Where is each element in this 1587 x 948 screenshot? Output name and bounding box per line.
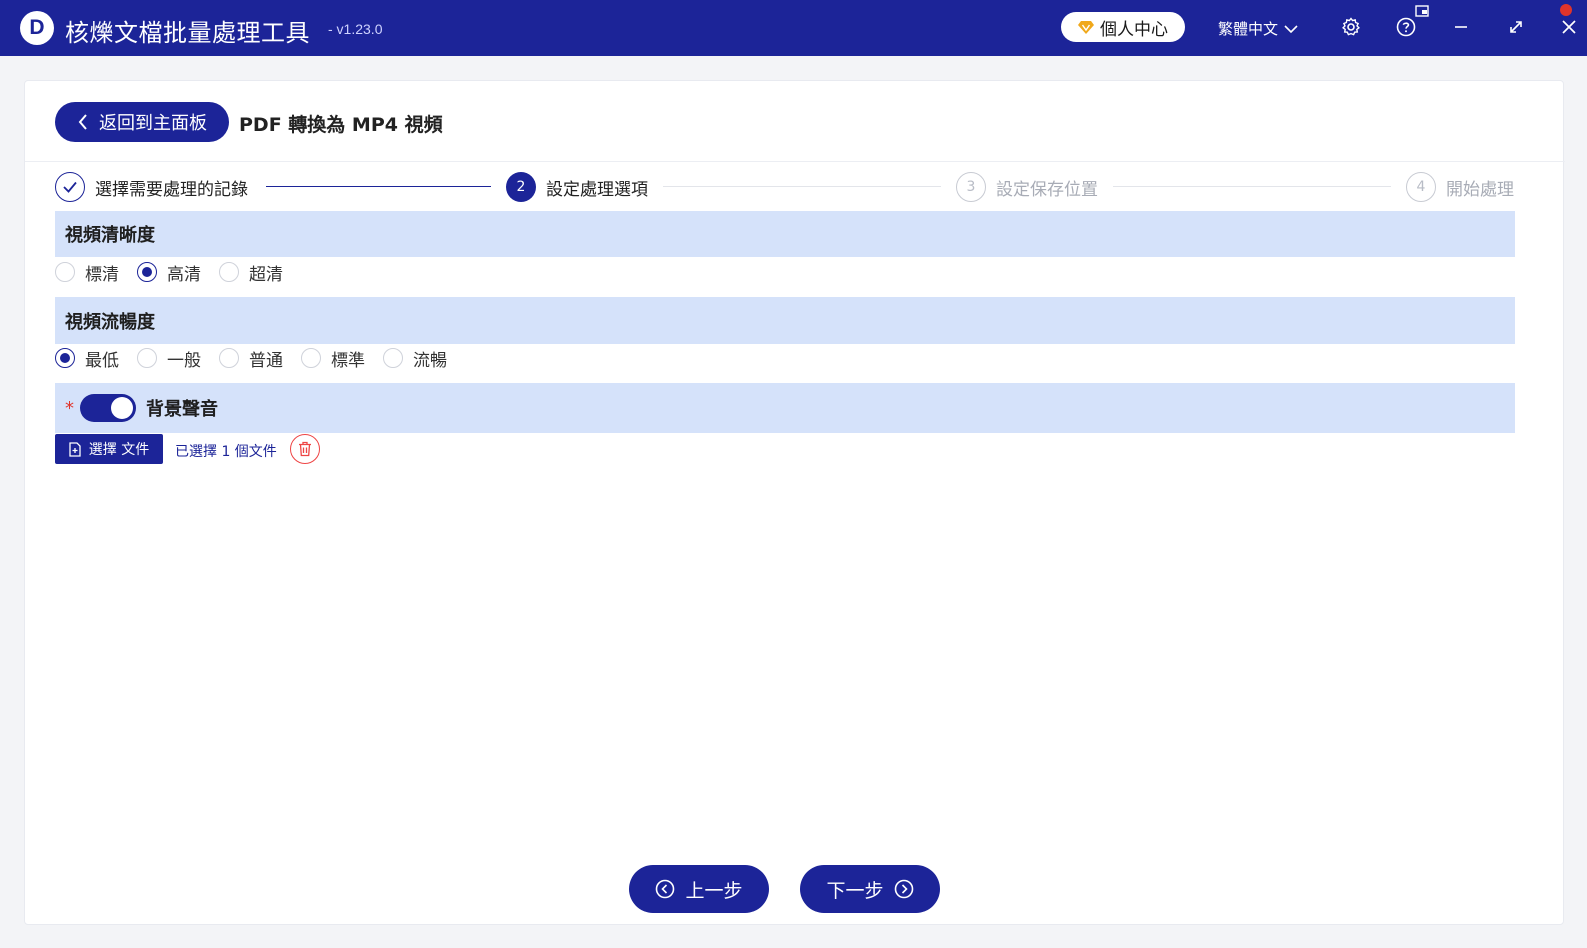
add-file-icon (69, 441, 81, 457)
step-set-options: 2 設定處理選項 (506, 172, 648, 202)
step-connector (663, 186, 941, 187)
step-select-records: 選擇需要處理的記錄 (55, 172, 248, 202)
chevron-down-icon (1284, 24, 1298, 33)
circle-chevron-right-icon (894, 879, 913, 899)
resolution-option-hd[interactable]: 高清 (137, 260, 201, 285)
radio-button[interactable] (219, 262, 239, 282)
title-bar: D 核爍文檔批量處理工具 - v1.23.0 個人中心 繁體中文 (0, 0, 1587, 56)
required-mark: * (65, 397, 74, 419)
radio-button[interactable] (301, 348, 321, 368)
smoothness-option-common[interactable]: 普通 (219, 346, 283, 371)
radio-button[interactable] (137, 348, 157, 368)
delete-file-button[interactable] (290, 434, 320, 464)
previous-step-label: 上一步 (685, 879, 743, 902)
header-divider (25, 161, 1565, 162)
radio-button[interactable] (55, 348, 75, 368)
step-connector (1113, 186, 1391, 187)
resolution-title: 視頻清晰度 (65, 225, 155, 246)
radio-label: 超清 (249, 264, 283, 285)
selected-file-status: 已選擇 1 個文件 (175, 444, 277, 460)
settings-icon[interactable] (1340, 16, 1362, 38)
resolution-section-header: 視頻清晰度 (55, 211, 1515, 257)
app-logo: D (20, 11, 54, 45)
resolution-option-sd[interactable]: 標清 (55, 260, 119, 285)
radio-label: 普通 (249, 350, 283, 371)
circle-chevron-left-icon (656, 879, 675, 899)
smoothness-option-lowest[interactable]: 最低 (55, 346, 119, 371)
background-audio-section-header: * 背景聲音 (55, 383, 1515, 433)
step-start-processing: 4 開始處理 (1406, 172, 1514, 202)
language-select[interactable]: 繁體中文 (1218, 18, 1298, 39)
background-audio-title: 背景聲音 (146, 399, 218, 420)
radio-label: 最低 (85, 350, 119, 371)
background-audio-toggle[interactable] (80, 394, 136, 422)
help-icon[interactable] (1395, 16, 1417, 38)
step-label: 設定處理選項 (546, 179, 648, 200)
step-number: 2 (506, 172, 536, 202)
radio-button[interactable] (137, 262, 157, 282)
step-label: 開始處理 (1446, 179, 1514, 200)
chevron-left-icon (78, 114, 87, 130)
app-title: 核爍文檔批量處理工具 (65, 19, 310, 47)
next-step-button[interactable]: 下一步 (800, 865, 940, 913)
diamond-icon (1078, 21, 1094, 34)
main-panel: 返回到主面板 PDF 轉換為 MP4 視頻 選擇需要處理的記錄 2 設定處理選項… (24, 80, 1565, 925)
bottom-strip (0, 928, 1587, 948)
smoothness-option-normal[interactable]: 一般 (137, 346, 201, 371)
choose-file-button[interactable]: 選擇 文件 (55, 434, 163, 464)
step-number: 4 (1406, 172, 1436, 202)
minimize-icon[interactable] (1450, 16, 1472, 38)
radio-button[interactable] (383, 348, 403, 368)
mini-window-icon[interactable] (1414, 4, 1430, 18)
radio-label: 流暢 (413, 350, 447, 371)
smoothness-title: 視頻流暢度 (65, 311, 155, 333)
previous-step-button[interactable]: 上一步 (629, 865, 769, 913)
close-icon[interactable] (1558, 16, 1580, 38)
page-title: PDF 轉換為 MP4 視頻 (239, 114, 443, 136)
back-button-label: 返回到主面板 (99, 113, 207, 134)
step-label: 設定保存位置 (996, 179, 1098, 200)
step-set-save-location: 3 設定保存位置 (956, 172, 1098, 202)
smoothness-options: 最低 一般 普通 標準 流暢 (55, 346, 465, 371)
choose-file-label: 選擇 文件 (88, 442, 150, 458)
resolution-options: 標清 高清 超清 (55, 260, 301, 285)
step-label: 選擇需要處理的記錄 (95, 179, 248, 200)
radio-label: 標清 (85, 264, 119, 285)
app-version: - v1.23.0 (328, 21, 383, 37)
toggle-knob (111, 397, 133, 419)
radio-label: 高清 (167, 264, 201, 285)
back-to-dashboard-button[interactable]: 返回到主面板 (55, 102, 229, 142)
maximize-icon[interactable] (1505, 16, 1527, 38)
resolution-option-uhd[interactable]: 超清 (219, 260, 283, 285)
user-center-label: 個人中心 (1100, 19, 1168, 40)
user-center-button[interactable]: 個人中心 (1061, 12, 1185, 42)
language-label: 繁體中文 (1218, 20, 1279, 38)
radio-label: 標準 (331, 350, 365, 371)
check-icon (55, 172, 85, 202)
notification-badge-icon (1560, 4, 1572, 16)
radio-button[interactable] (219, 348, 239, 368)
next-step-label: 下一步 (826, 879, 884, 902)
radio-label: 一般 (167, 350, 201, 371)
smoothness-option-smooth[interactable]: 流暢 (383, 346, 447, 371)
smoothness-option-standard[interactable]: 標準 (301, 346, 365, 371)
step-connector (266, 186, 491, 187)
radio-button[interactable] (55, 262, 75, 282)
trash-icon (299, 441, 311, 457)
smoothness-section-header: 視頻流暢度 (55, 297, 1515, 344)
step-number: 3 (956, 172, 986, 202)
